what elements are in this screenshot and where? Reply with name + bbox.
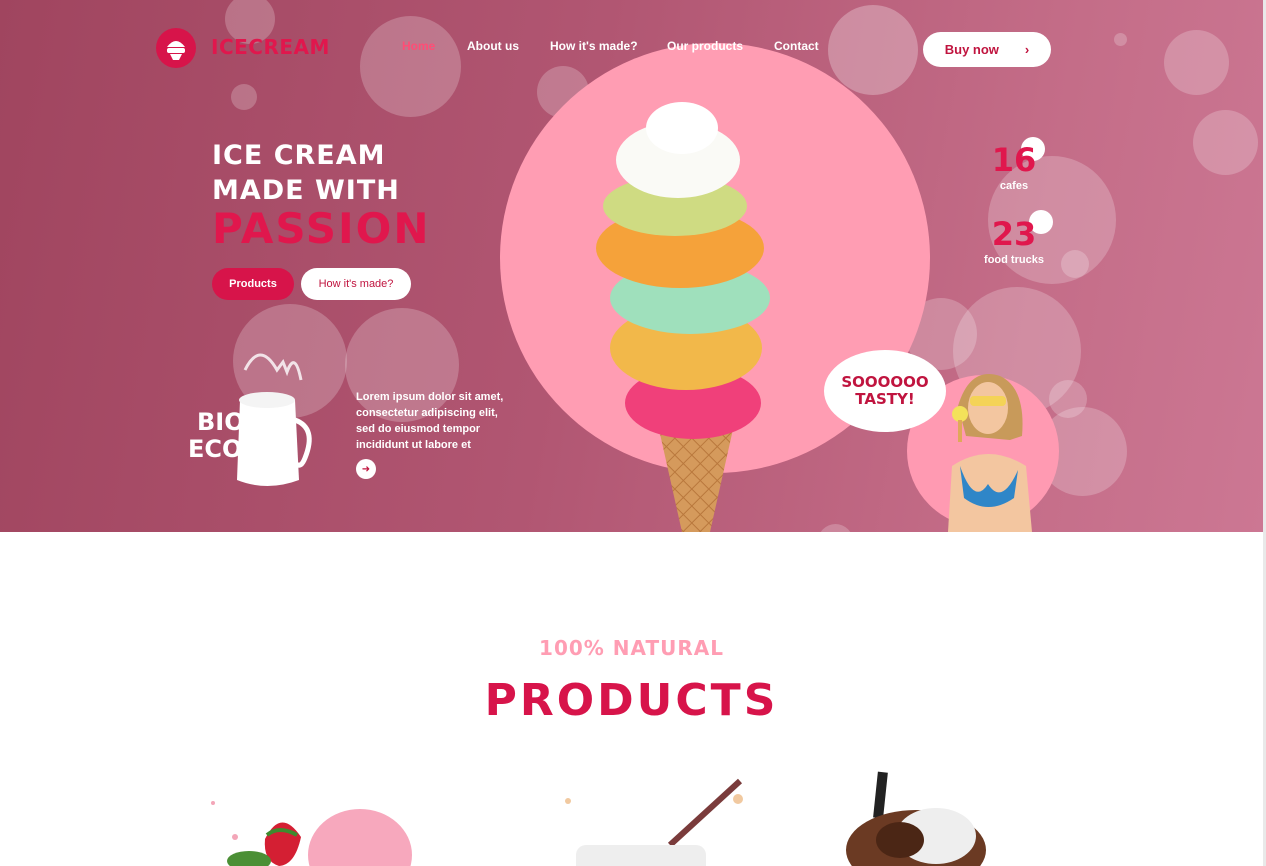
buy-now-button[interactable]: Buy now › [923, 32, 1051, 67]
decor-bubble [1164, 30, 1229, 95]
ice-cream-cone-image [596, 102, 770, 532]
arrow-right-icon[interactable]: ➜ [356, 459, 376, 479]
decor-bubble [828, 5, 918, 95]
product-strawberry-ice-cream-image[interactable] [205, 795, 425, 866]
products-button[interactable]: Products [212, 268, 294, 300]
stat-trucks-value: 23 [991, 215, 1037, 253]
hero-description: Lorem ipsum dolor sit amet, consectetur … [356, 391, 504, 451]
stat-cafes-label: cafes [999, 180, 1029, 192]
headline-passion: PASSION [212, 204, 431, 253]
speech-line-1: SOOOOOO [841, 373, 929, 391]
buy-now-label: Buy now [944, 42, 999, 57]
brand-logo-icon[interactable] [156, 28, 196, 68]
products-title: PRODUCTS [484, 675, 779, 726]
headline-line-2: MADE WITH [212, 175, 400, 206]
stat-trucks-label: food trucks [984, 254, 1044, 266]
how-its-made-button[interactable]: How it's made? [301, 268, 411, 300]
nav-link-about[interactable]: About us [467, 39, 519, 53]
product-milkshake-image[interactable] [540, 775, 760, 866]
speech-line-2: TASTY! [855, 390, 915, 408]
speech-bubble: SOOOOOO TASTY! [824, 350, 946, 432]
products-kicker: 100% NATURAL [539, 636, 724, 660]
brand-name[interactable]: ICECREAM [211, 35, 330, 59]
nav-link-contact[interactable]: Contact [774, 39, 819, 53]
decor-bubble [360, 16, 461, 117]
milk-jug-image [237, 353, 312, 486]
headline-line-1: ICE CREAM [212, 140, 386, 171]
decor-bubble [818, 524, 853, 532]
stat-cafes-value: 16 [991, 141, 1037, 179]
decor-bubble [1049, 380, 1087, 418]
nav-link-how-made[interactable]: How it's made? [550, 39, 638, 53]
chevron-right-icon: › [1024, 42, 1030, 57]
decor-bubble [1061, 250, 1089, 278]
nav-link-our-products[interactable]: Our products [667, 39, 743, 53]
woman-eating-ice-cream-image [948, 374, 1032, 532]
decor-bubble [1193, 110, 1258, 175]
hero-section: ICECREAM Home About us How it's made? Ou… [0, 0, 1263, 532]
product-chocolate-shake-image[interactable] [840, 770, 1010, 866]
nav-link-home[interactable]: Home [402, 39, 435, 53]
decor-bubble [1114, 33, 1127, 46]
decor-bubble [231, 84, 257, 110]
